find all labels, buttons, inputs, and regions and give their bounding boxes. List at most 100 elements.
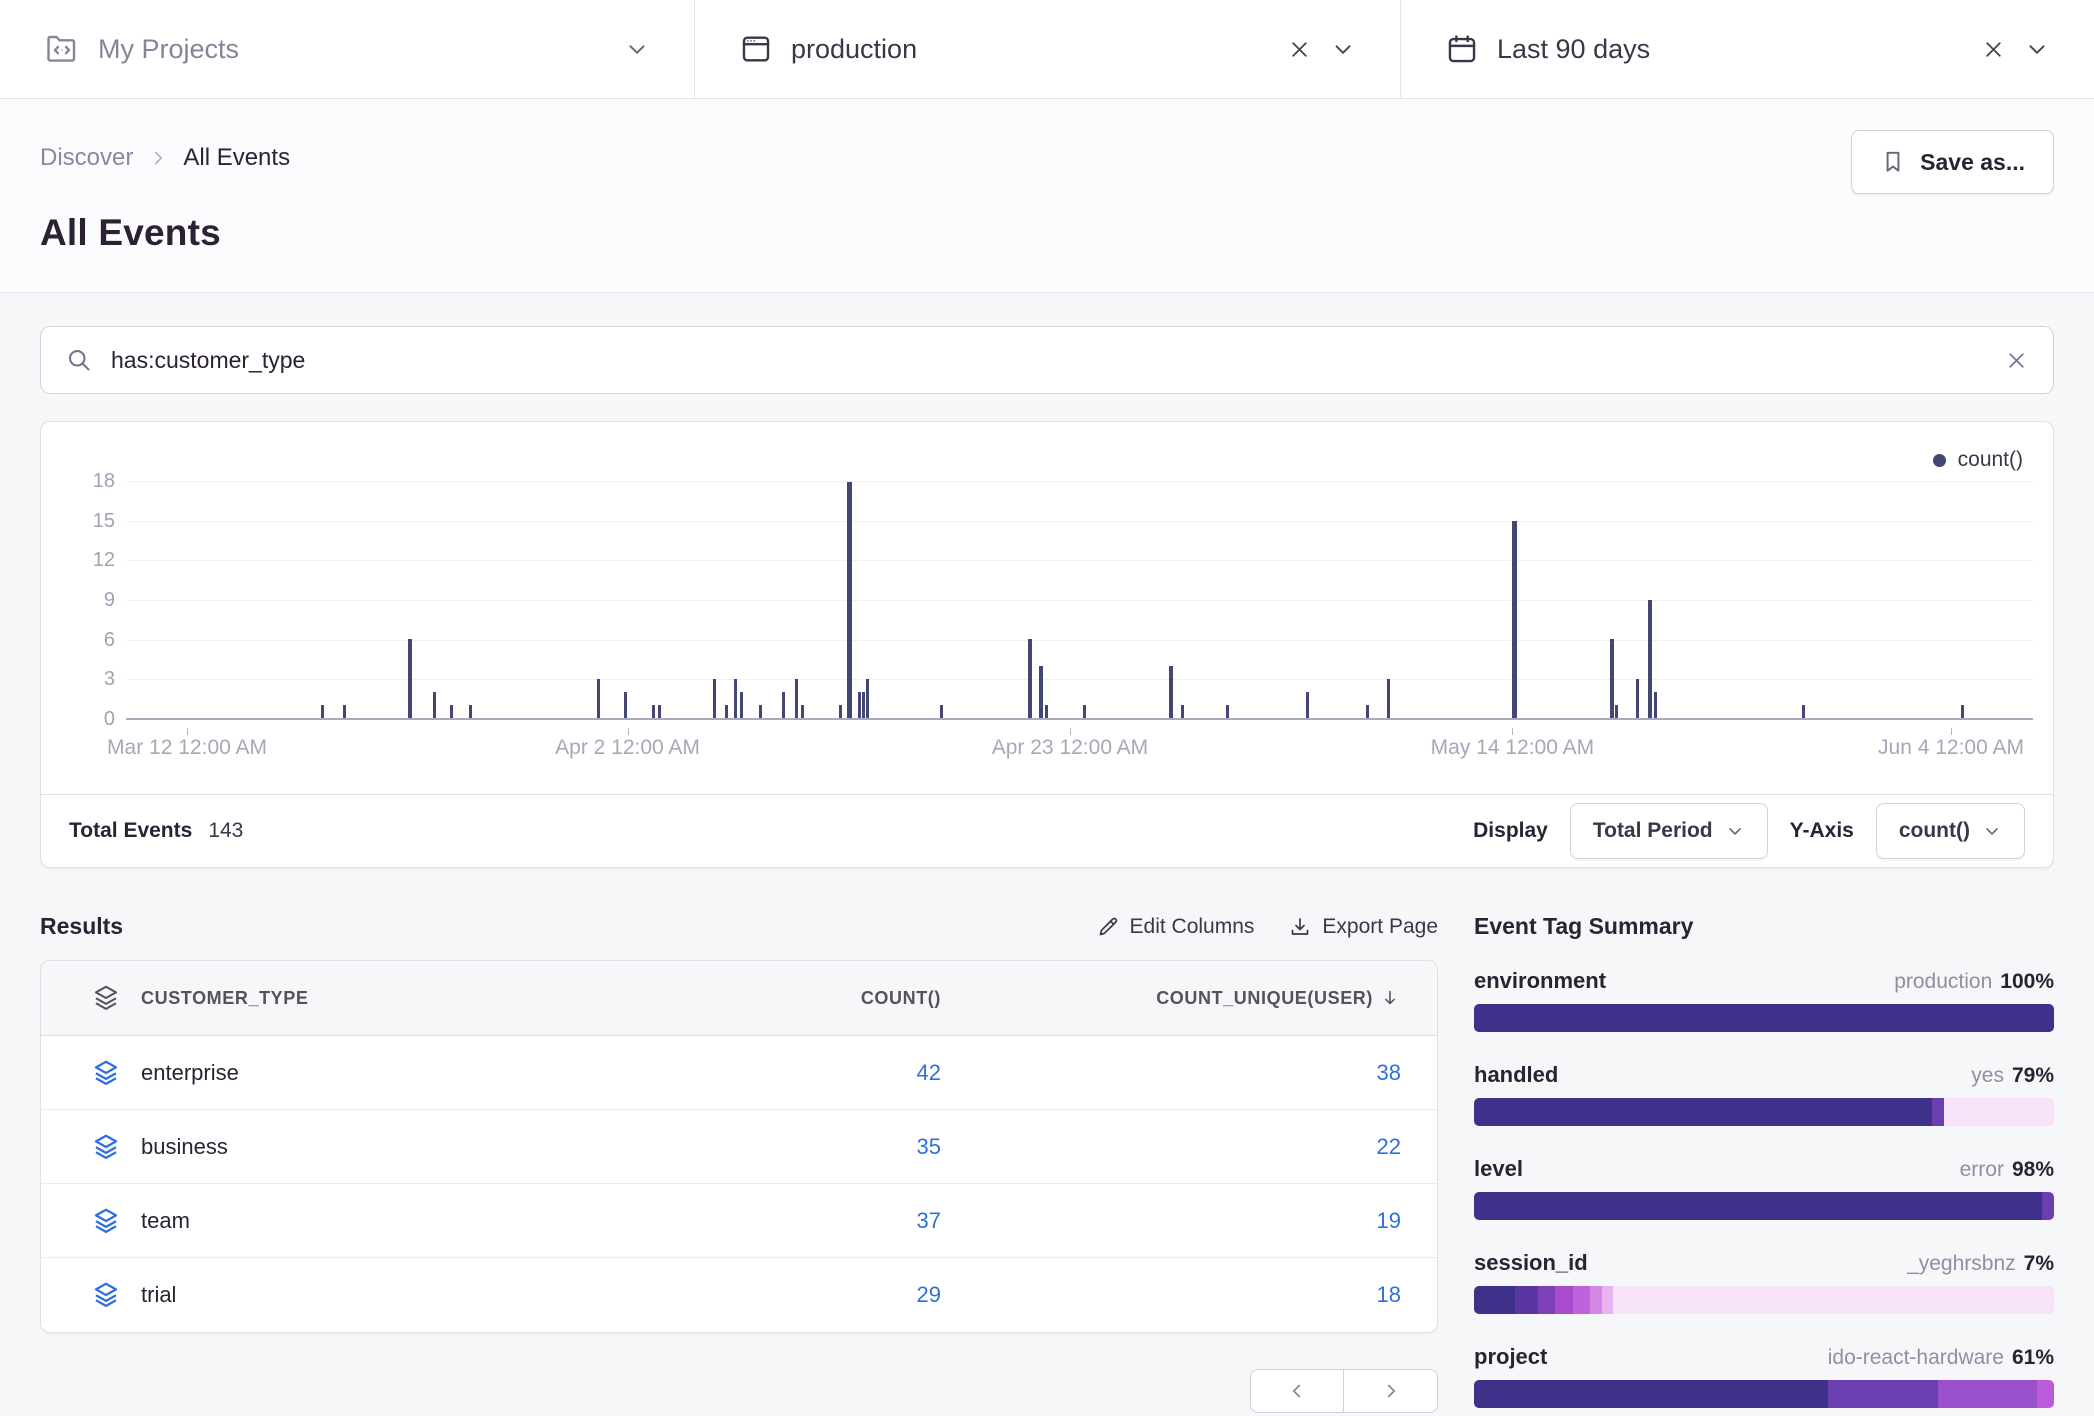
- cell-count-unique[interactable]: 19: [941, 1208, 1401, 1234]
- event-count-spike: [847, 482, 852, 718]
- close-icon[interactable]: [1287, 37, 1312, 62]
- tag-bar-track: [1613, 1286, 2054, 1314]
- event-count-spike: [1028, 639, 1032, 718]
- column-header-customer-type[interactable]: CUSTOMER_TYPE: [141, 988, 611, 1009]
- event-count-spike: [940, 705, 943, 718]
- event-count-spike: [801, 705, 804, 718]
- tag-bar-segment: [1932, 1098, 1944, 1126]
- export-page-button[interactable]: Export Page: [1288, 915, 1438, 939]
- breadcrumb-discover-link[interactable]: Discover: [40, 144, 133, 172]
- calendar-icon: [1445, 32, 1479, 66]
- total-events-value: 143: [208, 819, 243, 843]
- cell-count[interactable]: 35: [611, 1134, 941, 1160]
- next-page-button[interactable]: [1344, 1369, 1438, 1413]
- event-count-spike: [343, 705, 346, 718]
- display-dropdown[interactable]: Total Period: [1570, 803, 1768, 859]
- project-filter[interactable]: My Projects: [0, 0, 695, 98]
- tag-top-value: _yeghrsbnz: [1907, 1252, 2016, 1276]
- chart-legend[interactable]: count(): [1933, 448, 2023, 472]
- event-count-spike: [740, 692, 743, 718]
- event-count-spike: [1306, 692, 1309, 718]
- chart-x-axis: Mar 12 12:00 AMApr 2 12:00 AMApr 23 12:0…: [126, 728, 2033, 764]
- tag-top-value: ido-react-hardware: [1828, 1346, 2004, 1370]
- search-bar: [40, 326, 2054, 394]
- window-icon: [739, 32, 773, 66]
- event-count-spike: [1083, 705, 1086, 718]
- cell-customer-type: team: [141, 1208, 611, 1234]
- cell-count-unique[interactable]: 18: [941, 1282, 1401, 1308]
- tag-name: handled: [1474, 1062, 1558, 1088]
- previous-page-button[interactable]: [1250, 1369, 1344, 1413]
- event-count-spike: [782, 692, 785, 718]
- event-count-spike: [1610, 639, 1614, 718]
- tag-name: environment: [1474, 968, 1606, 994]
- x-tick-label: Mar 12 12:00 AM: [107, 736, 267, 760]
- event-count-spike: [858, 692, 861, 718]
- event-count-spike: [1615, 705, 1618, 718]
- edit-columns-button[interactable]: Edit Columns: [1096, 915, 1255, 939]
- save-as-button[interactable]: Save as...: [1851, 130, 2054, 194]
- environment-filter[interactable]: production: [695, 0, 1401, 98]
- x-tick-label: May 14 12:00 AM: [1431, 736, 1594, 760]
- cell-customer-type: business: [141, 1134, 611, 1160]
- cell-count-unique[interactable]: 22: [941, 1134, 1401, 1160]
- tag-top-value: yes: [1971, 1064, 2004, 1088]
- pencil-icon: [1096, 915, 1120, 939]
- chevron-down-icon: [1725, 821, 1745, 841]
- tag-distribution-bar[interactable]: [1474, 1286, 2054, 1314]
- page-title: All Events: [40, 212, 2054, 254]
- date-range-filter[interactable]: Last 90 days: [1401, 0, 2094, 98]
- event-count-spike: [469, 705, 472, 718]
- cell-count-unique[interactable]: 38: [941, 1060, 1401, 1086]
- column-header-count-unique[interactable]: COUNT_UNIQUE(USER): [941, 987, 1401, 1009]
- event-count-spike: [1039, 666, 1043, 718]
- tag-name: project: [1474, 1344, 1547, 1370]
- tag-distribution-bar[interactable]: [1474, 1192, 2054, 1220]
- results-table: CUSTOMER_TYPE COUNT() COUNT_UNIQUE(USER)…: [40, 960, 1438, 1333]
- event-count-spike: [1366, 705, 1369, 718]
- stack-icon[interactable]: [71, 1206, 141, 1236]
- cell-count[interactable]: 29: [611, 1282, 941, 1308]
- stack-icon[interactable]: [71, 1132, 141, 1162]
- cell-count[interactable]: 37: [611, 1208, 941, 1234]
- y-tick-label: 9: [104, 589, 115, 612]
- tag-bar-segment: [1474, 1286, 1515, 1314]
- x-tick-label: Apr 2 12:00 AM: [555, 736, 700, 760]
- event-count-spike: [1387, 679, 1390, 718]
- chevron-down-icon[interactable]: [2024, 36, 2050, 62]
- edit-columns-label: Edit Columns: [1130, 915, 1255, 939]
- column-header-count[interactable]: COUNT(): [611, 988, 941, 1009]
- tag-group: session_id _yeghrsbnz 7%: [1474, 1250, 2054, 1314]
- project-filter-label: My Projects: [98, 34, 239, 65]
- content: count() 0369121518 Mar 12 12:00 AMApr 2 …: [0, 293, 2094, 1416]
- table-row: trial 29 18: [41, 1258, 1437, 1332]
- y-tick-label: 6: [104, 629, 115, 652]
- x-tick-mark: [187, 728, 188, 735]
- tag-group: handled yes 79%: [1474, 1062, 2054, 1126]
- tag-name: session_id: [1474, 1250, 1588, 1276]
- yaxis-dropdown[interactable]: count(): [1876, 803, 2025, 859]
- chevron-down-icon[interactable]: [1330, 36, 1356, 62]
- events-chart: count() 0369121518 Mar 12 12:00 AMApr 2 …: [41, 422, 2053, 794]
- x-tick-mark: [1070, 728, 1071, 735]
- stack-icon[interactable]: [71, 1058, 141, 1088]
- tag-bar-segment: [2042, 1192, 2054, 1220]
- y-tick-label: 18: [93, 470, 115, 493]
- display-label: Display: [1473, 819, 1548, 843]
- results-section: Results Edit Columns Export: [40, 913, 1438, 1413]
- breadcrumb: Discover All Events: [40, 144, 2054, 172]
- results-heading: Results: [40, 913, 123, 940]
- close-icon[interactable]: [1981, 37, 2006, 62]
- event-count-spike: [1636, 679, 1639, 718]
- cell-count[interactable]: 42: [611, 1060, 941, 1086]
- tag-distribution-bar[interactable]: [1474, 1004, 2054, 1032]
- event-tag-summary: Event Tag Summary environment production…: [1474, 913, 2054, 1416]
- search-input[interactable]: [111, 347, 1986, 374]
- clear-search-icon[interactable]: [2004, 348, 2029, 373]
- chart-plot: [126, 482, 2033, 720]
- event-count-spike: [652, 705, 655, 718]
- tag-distribution-bar[interactable]: [1474, 1098, 2054, 1126]
- stack-icon[interactable]: [71, 1280, 141, 1310]
- event-count-spike: [862, 692, 865, 718]
- tag-distribution-bar[interactable]: [1474, 1380, 2054, 1408]
